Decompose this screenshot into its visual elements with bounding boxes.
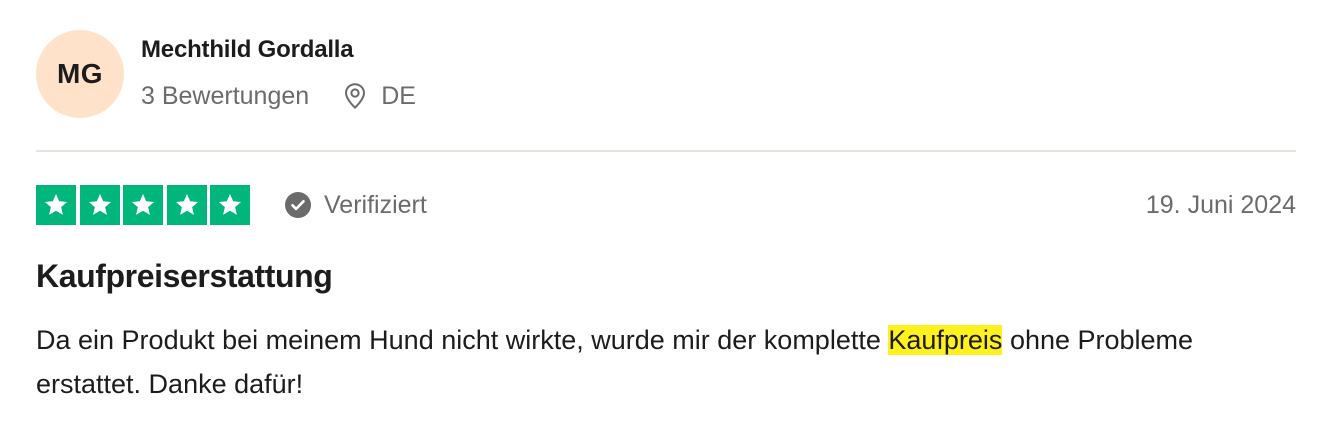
star-icon [123, 185, 163, 225]
check-circle-icon [284, 191, 312, 219]
star-icon [210, 185, 250, 225]
star-rating [36, 185, 250, 225]
star-icon [166, 185, 207, 225]
star-icon [79, 185, 120, 225]
review-title[interactable]: Kaufpreiserstattung [36, 258, 333, 295]
review-body: Da ein Produkt bei meinem Hund nicht wir… [36, 318, 1296, 406]
review-text-start: Da ein Produkt bei meinem Hund nicht wir… [36, 325, 889, 355]
reviewer-name[interactable]: Mechthild Gordalla [141, 36, 354, 64]
divider [36, 150, 1296, 152]
reviewer-location: DE [343, 82, 416, 111]
rating-row: Verifiziert 19. Juni 2024 [36, 184, 1296, 226]
country-code: DE [381, 81, 416, 110]
review-count: 3 Bewertungen [141, 81, 310, 110]
highlighted-keyword: Kaufpreis [888, 325, 1003, 355]
verified-badge[interactable]: Verifiziert [284, 191, 427, 220]
review-card: MG Mechthild Gordalla 3 Bewertungen DE V… [0, 0, 1332, 432]
verified-label: Verifiziert [324, 190, 427, 219]
avatar[interactable]: MG [36, 30, 124, 118]
location-pin-icon [343, 82, 367, 110]
reviewer-meta: 3 Bewertungen DE [141, 80, 416, 112]
review-date: 19. Juni 2024 [1145, 190, 1296, 219]
avatar-initials: MG [56, 58, 104, 89]
star-icon [36, 185, 76, 225]
